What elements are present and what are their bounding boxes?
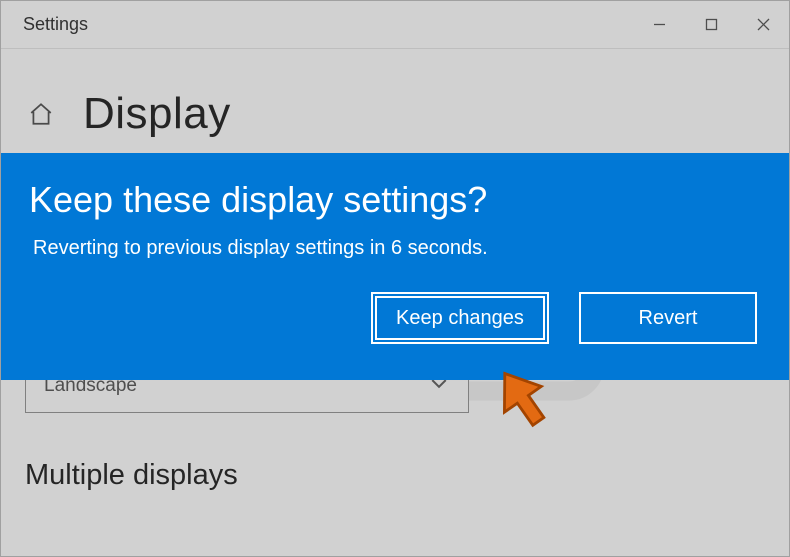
window-controls: [633, 1, 789, 48]
minimize-icon: [653, 18, 666, 31]
multiple-displays-heading: Multiple displays: [25, 459, 765, 492]
window-title: Settings: [23, 14, 88, 35]
close-icon: [757, 18, 770, 31]
maximize-icon: [705, 18, 718, 31]
home-button[interactable]: [25, 98, 57, 130]
page-header: Display: [25, 89, 765, 139]
dialog-title: Keep these display settings?: [29, 179, 761, 221]
keep-settings-dialog: Keep these display settings? Reverting t…: [1, 153, 789, 380]
minimize-button[interactable]: [633, 1, 685, 48]
home-icon: [28, 101, 54, 127]
close-button[interactable]: [737, 1, 789, 48]
keep-changes-button[interactable]: Keep changes: [371, 292, 549, 344]
dialog-text: Reverting to previous display settings i…: [33, 237, 761, 260]
maximize-button[interactable]: [685, 1, 737, 48]
page-title: Display: [83, 89, 231, 139]
revert-button[interactable]: Revert: [579, 292, 757, 344]
titlebar: Settings: [1, 1, 789, 49]
dialog-buttons: Keep changes Revert: [29, 292, 761, 344]
